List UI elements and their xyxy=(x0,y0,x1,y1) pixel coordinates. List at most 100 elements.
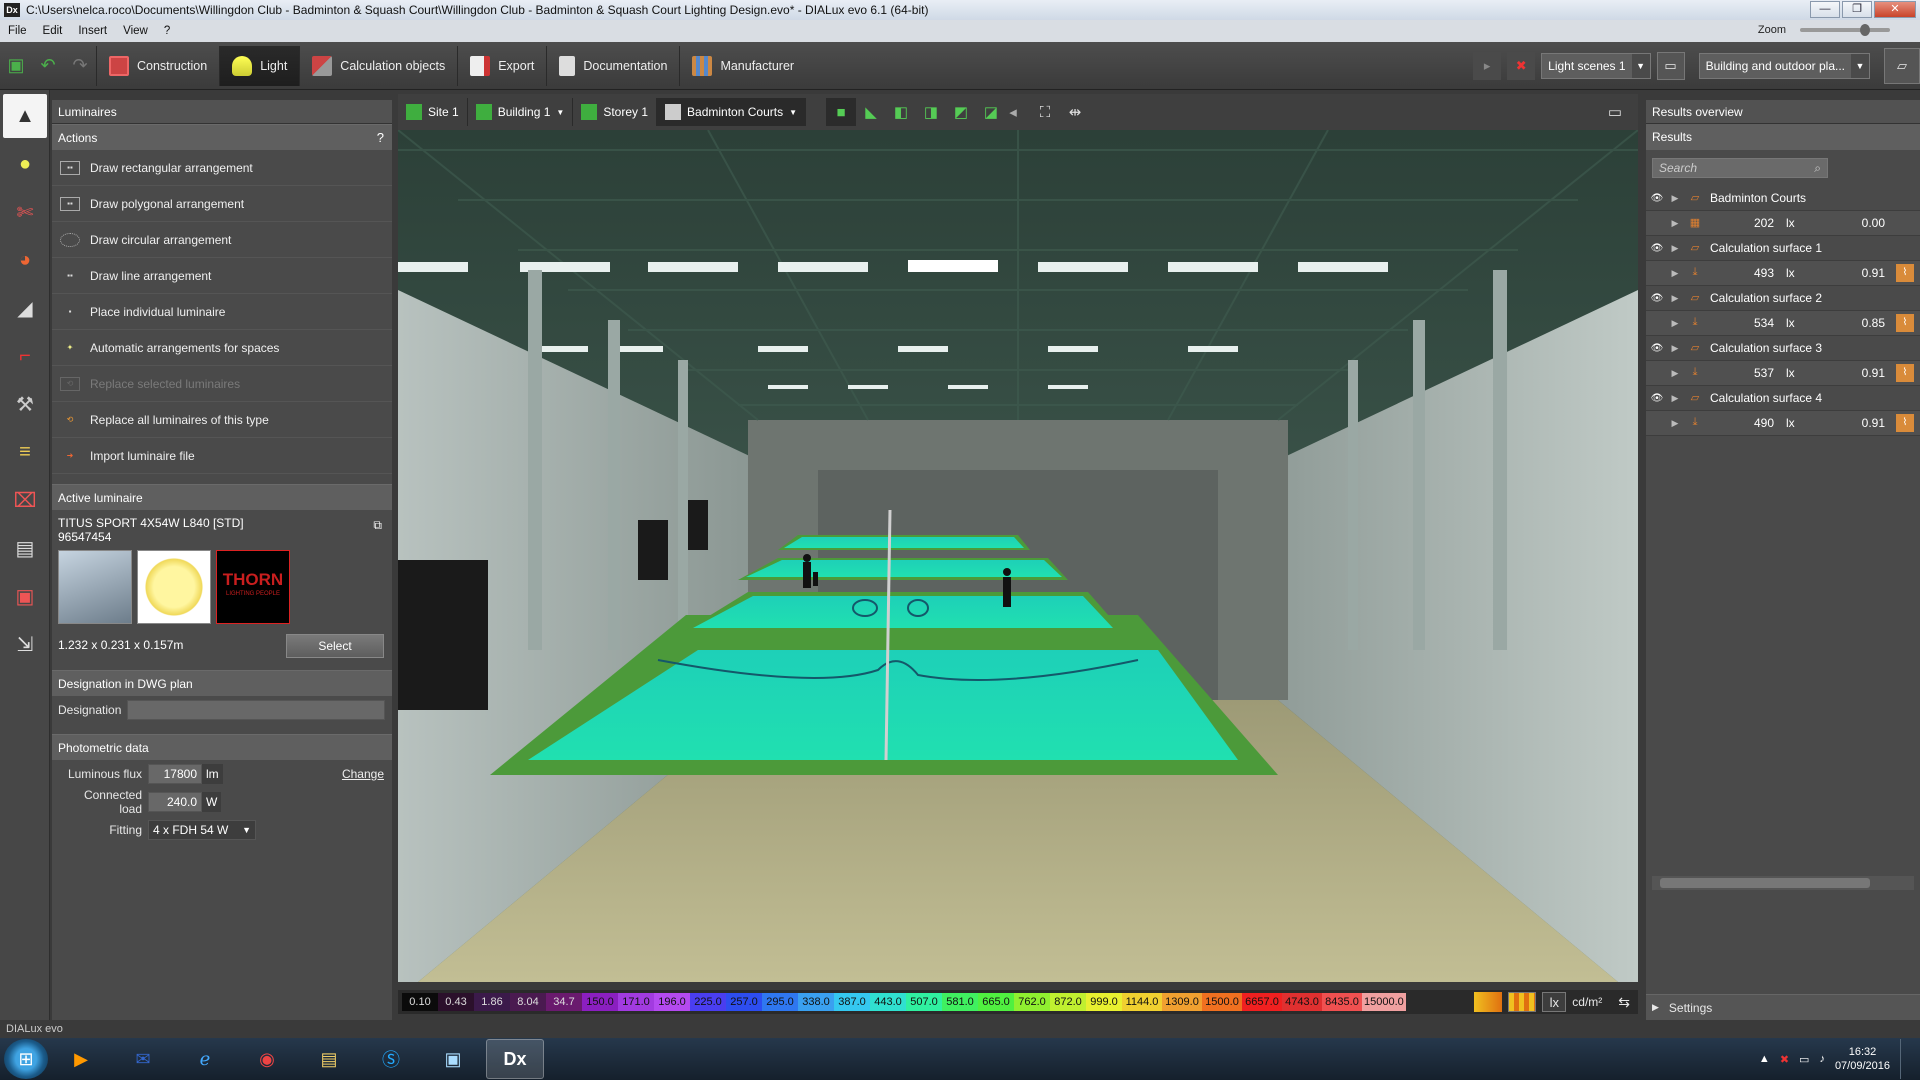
storey-tab[interactable]: Storey 1 xyxy=(573,98,658,126)
back-view-icon[interactable]: ◨ xyxy=(916,98,946,126)
table-tool-icon[interactable]: ▤ xyxy=(3,526,47,570)
collapse-left-icon[interactable]: ◂ xyxy=(1006,98,1020,126)
menu-edit[interactable]: Edit xyxy=(35,25,71,37)
delete-icon[interactable]: ✖ xyxy=(1507,52,1536,80)
luminous-flux-input[interactable]: 17800 xyxy=(148,764,202,784)
results-scrollbar[interactable] xyxy=(1652,876,1914,890)
copy-icon[interactable]: ⧉ xyxy=(373,518,382,532)
change-link[interactable]: Change xyxy=(342,767,384,781)
mode-export-button[interactable]: Export xyxy=(457,45,546,86)
stack-tool-icon[interactable]: ≡ xyxy=(3,430,47,474)
result-value-row[interactable]: ▶ ⤓ 493 lx 0.91 ⌇ xyxy=(1646,261,1920,286)
visibility-eye-icon[interactable]: 👁 xyxy=(1646,243,1668,254)
room-tool-icon[interactable]: ⌐ xyxy=(3,334,47,378)
network-warning-icon[interactable]: ✖ xyxy=(1780,1053,1789,1066)
action-polygonal[interactable]: ▪▪ Draw polygonal arrangement xyxy=(52,186,392,222)
action-replace-selected[interactable]: ⟲ Replace selected luminaires xyxy=(52,366,392,402)
visibility-eye-icon[interactable]: 👁 xyxy=(1646,393,1668,404)
isoline-badge-icon[interactable]: ⌇ xyxy=(1896,364,1914,382)
screen-icon[interactable]: ▭ xyxy=(1799,1053,1809,1066)
luminaires-tool-icon[interactable]: ▲ xyxy=(3,94,47,138)
visibility-eye-icon[interactable]: 👁 xyxy=(1646,193,1668,204)
mode-calculation-objects-button[interactable]: Calculation objects xyxy=(299,45,457,86)
chrome-icon[interactable]: ◉ xyxy=(238,1039,296,1079)
connected-load-input[interactable]: 240.0 xyxy=(148,792,202,812)
bulb-tool-icon[interactable]: ● xyxy=(3,142,47,186)
result-row[interactable]: 👁 ▶ ▱ Badminton Courts xyxy=(1646,186,1920,211)
expand-arrow-icon[interactable]: ▶ xyxy=(1668,293,1682,304)
settings-section[interactable]: ▶ Settings xyxy=(1646,994,1920,1020)
floorplan-icon[interactable]: ▱ xyxy=(1884,48,1920,84)
window-layout-icon[interactable]: ▭ xyxy=(1656,52,1685,80)
monitor-icon[interactable]: ▭ xyxy=(1600,98,1630,126)
show-desktop-button[interactable] xyxy=(1900,1039,1910,1079)
expand-arrow-icon[interactable]: ▶ xyxy=(1668,318,1682,329)
result-row[interactable]: 👁 ▶ ▱ Calculation surface 4 xyxy=(1646,386,1920,411)
dialux-taskbar-button[interactable]: Dx xyxy=(486,1039,544,1079)
action-individual[interactable]: ▪ Place individual luminaire xyxy=(52,294,392,330)
start-button[interactable]: ⊞ xyxy=(4,1039,48,1079)
isoline-badge-icon[interactable]: ⌇ xyxy=(1896,314,1914,332)
mode-construction-button[interactable]: Construction xyxy=(96,45,219,86)
close-button[interactable]: ✕ xyxy=(1874,1,1916,18)
left-view-icon[interactable]: ◩ xyxy=(946,98,976,126)
expand-arrow-icon[interactable]: ▶ xyxy=(1668,243,1682,254)
building-tab[interactable]: Building 1 ▼ xyxy=(468,98,574,126)
save-icon[interactable]: ▣ xyxy=(0,46,32,86)
mode-light-button[interactable]: Light xyxy=(219,45,300,86)
view-mode-dropdown[interactable]: Building and outdoor pla... ▼ xyxy=(1698,53,1870,79)
action-circular[interactable]: Draw circular arrangement xyxy=(52,222,392,258)
result-row[interactable]: 👁 ▶ ▱ Calculation surface 2 xyxy=(1646,286,1920,311)
swap-icon[interactable]: ⇆ xyxy=(1618,994,1630,1011)
visibility-eye-icon[interactable]: 👁 xyxy=(1646,343,1668,354)
media-player-icon[interactable]: ▶ xyxy=(52,1039,110,1079)
outlook-icon[interactable]: ✉ xyxy=(114,1039,172,1079)
daylight-tool-icon[interactable]: ◢ xyxy=(3,286,47,330)
zoom-slider[interactable] xyxy=(1800,24,1890,36)
false-color-icon[interactable] xyxy=(1474,992,1503,1012)
action-line[interactable]: ▪▪ Draw line arrangement xyxy=(52,258,392,294)
mode-documentation-button[interactable]: Documentation xyxy=(546,45,679,86)
select-luminaire-button[interactable]: Select xyxy=(286,634,384,658)
scrollbar-thumb[interactable] xyxy=(1660,878,1870,888)
expand-arrow-icon[interactable]: ▶ xyxy=(1668,193,1682,204)
calc-tool-icon[interactable]: ⌧ xyxy=(3,478,47,522)
zoom-slider-knob[interactable] xyxy=(1860,24,1870,36)
color-tool-icon[interactable]: ◕ xyxy=(3,238,47,282)
expand-arrow-icon[interactable]: ▶ xyxy=(1668,343,1682,354)
expand-arrow-icon[interactable]: ▶ xyxy=(1668,418,1682,429)
expand-arrow-icon[interactable]: ▶ xyxy=(1668,368,1682,379)
undo-icon[interactable]: ↶ xyxy=(32,46,64,86)
frame-tool-icon[interactable]: ▣ xyxy=(3,574,47,618)
light-scenes-dropdown[interactable]: Light scenes 1 ▼ xyxy=(1541,53,1651,79)
wrench-tool-icon[interactable]: ⚒ xyxy=(3,382,47,426)
results-search-input[interactable]: Search ⌕ xyxy=(1652,158,1828,178)
help-icon[interactable]: ? xyxy=(377,130,384,145)
result-value-row[interactable]: ▶ ▦ 202 lx 0.00 xyxy=(1646,211,1920,236)
align-tool-icon[interactable]: ⇲ xyxy=(3,622,47,666)
isoline-badge-icon[interactable]: ⌇ xyxy=(1896,414,1914,432)
menu-file[interactable]: File xyxy=(0,25,35,37)
result-value-row[interactable]: ▶ ⤓ 534 lx 0.85 ⌇ xyxy=(1646,311,1920,336)
skype-icon[interactable]: Ⓢ xyxy=(362,1039,420,1079)
right-view-icon[interactable]: ◪ xyxy=(976,98,1006,126)
action-rectangular[interactable]: ▪▪ Draw rectangular arrangement xyxy=(52,150,392,186)
floor-view-icon[interactable]: ◣ xyxy=(856,98,886,126)
designation-input[interactable] xyxy=(127,700,386,720)
redo-icon[interactable]: ↷ xyxy=(64,46,96,86)
measure-tool-icon[interactable]: ✄ xyxy=(3,190,47,234)
measure-icon[interactable]: ⇹ xyxy=(1060,98,1090,126)
file-explorer-icon[interactable]: ▤ xyxy=(300,1039,358,1079)
space-tab[interactable]: Badminton Courts ▼ xyxy=(657,98,806,126)
expand-arrow-icon[interactable]: ▶ xyxy=(1668,268,1682,279)
visibility-eye-icon[interactable]: 👁 xyxy=(1646,293,1668,304)
expand-arrow-icon[interactable]: ▶ xyxy=(1668,218,1682,229)
site-tab[interactable]: Site 1 xyxy=(398,98,468,126)
action-import[interactable]: ➜ Import luminaire file xyxy=(52,438,392,474)
3d-viewport[interactable] xyxy=(398,130,1638,982)
restore-button[interactable]: ❐ xyxy=(1842,1,1872,18)
expand-arrow-icon[interactable]: ▶ xyxy=(1668,393,1682,404)
internet-explorer-icon[interactable]: ℯ xyxy=(176,1039,234,1079)
result-row[interactable]: 👁 ▶ ▱ Calculation surface 3 xyxy=(1646,336,1920,361)
front-view-icon[interactable]: ◧ xyxy=(886,98,916,126)
